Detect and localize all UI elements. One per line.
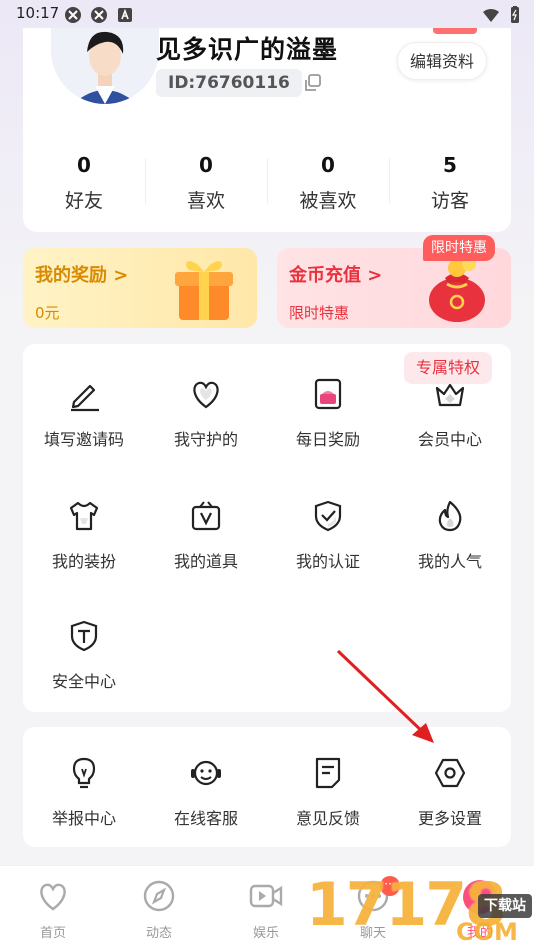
- more-settings-item[interactable]: 更多设置: [389, 755, 511, 855]
- item-label: 我的道具: [173, 552, 238, 571]
- prop-box-icon: [188, 498, 224, 534]
- item-label: 我守护的: [173, 430, 238, 449]
- customer-service-item[interactable]: 在线客服: [145, 755, 267, 855]
- note-icon: [310, 755, 346, 791]
- username: 见多识广的溢墨: [156, 35, 339, 64]
- my-rewards-card[interactable]: 我的奖励 > 0元: [23, 248, 257, 328]
- item-label: 意见反馈: [295, 809, 360, 828]
- nav-label: 动态: [145, 926, 172, 941]
- home-heart-icon: [35, 878, 71, 914]
- feedback-item[interactable]: 意见反馈: [267, 755, 389, 855]
- item-label: 更多设置: [417, 809, 482, 828]
- edit-profile-button[interactable]: 编辑资料: [397, 42, 487, 80]
- shield-check-icon: [310, 498, 346, 534]
- item-label: 我的装扮: [51, 552, 116, 571]
- stat-liked-by[interactable]: 0 被喜欢: [267, 148, 389, 218]
- headset-icon: [188, 755, 224, 791]
- stat-likes[interactable]: 0 喜欢: [145, 148, 267, 218]
- avatar[interactable]: [51, 28, 159, 104]
- money-bag-icon: [417, 250, 497, 326]
- stats-row: 0 好友 0 喜欢 0 被喜欢 5 访客: [23, 148, 511, 218]
- item-label: 我的认证: [295, 552, 360, 571]
- nav-moments[interactable]: 动态: [106, 866, 212, 950]
- wifi-icon: [482, 6, 500, 24]
- bulb-icon: [66, 755, 102, 791]
- promo-title: 金币充值 >: [289, 265, 383, 286]
- stat-label: 被喜欢: [299, 190, 357, 212]
- me-icon: [463, 880, 497, 914]
- my-props-item[interactable]: 我的道具: [145, 498, 267, 598]
- daily-reward-item[interactable]: 每日奖励: [267, 376, 389, 476]
- status-bar: 10:17: [0, 0, 534, 30]
- nav-label: 首页: [39, 926, 66, 941]
- battery-icon: [506, 6, 524, 24]
- gift-box-icon: [165, 250, 245, 326]
- stat-value: 0: [321, 153, 335, 177]
- invite-code-item[interactable]: 填写邀请码: [23, 376, 145, 476]
- coin-recharge-card[interactable]: 金币充值 > 限时特惠 限时特惠: [277, 235, 511, 328]
- item-label: 在线客服: [173, 809, 238, 828]
- stat-label: 喜欢: [186, 190, 225, 212]
- stat-label: 好友: [64, 190, 103, 212]
- my-outfit-item[interactable]: 我的装扮: [23, 498, 145, 598]
- user-id: ID:76760116: [156, 69, 302, 97]
- report-center-item[interactable]: 举报中心: [23, 755, 145, 855]
- item-label: 举报中心: [51, 809, 116, 828]
- shirt-icon: [66, 498, 102, 534]
- vip-center-item[interactable]: 会员中心: [389, 376, 511, 476]
- app-notification-icon: [90, 6, 108, 24]
- flame-icon: [432, 498, 468, 534]
- stat-visitors[interactable]: 5 访客: [389, 148, 511, 218]
- nav-label: 娱乐: [252, 926, 279, 941]
- bottom-nav: 首页 动态 娱乐 ··· 聊天 我的: [0, 865, 534, 950]
- nav-label: 聊天: [359, 926, 386, 941]
- item-label: 会员中心: [417, 430, 482, 449]
- chat-badge: ···: [380, 876, 400, 896]
- crown-icon: [432, 376, 468, 412]
- profile-card: 见多识广的溢墨 ID:76760116 编辑资料 0 好友 0 喜欢 0 被喜欢…: [23, 28, 511, 232]
- stat-value: 0: [199, 153, 213, 177]
- video-icon: [248, 878, 284, 914]
- nav-chat[interactable]: ··· 聊天: [320, 866, 426, 950]
- guarding-item[interactable]: 我守护的: [145, 376, 267, 476]
- pencil-icon: [66, 376, 102, 412]
- stat-label: 访客: [430, 190, 469, 212]
- status-time: 10:17: [16, 4, 60, 22]
- promo-sub: 0元: [35, 304, 60, 322]
- item-label: 填写邀请码: [43, 430, 124, 449]
- promo-title: 我的奖励 >: [35, 265, 129, 286]
- nav-entertainment[interactable]: 娱乐: [213, 866, 319, 950]
- item-label: 每日奖励: [295, 430, 360, 449]
- my-verification-item[interactable]: 我的认证: [267, 498, 389, 598]
- stat-value: 0: [77, 153, 91, 177]
- keyboard-notification-icon: [116, 6, 134, 24]
- my-popularity-item[interactable]: 我的人气: [389, 498, 511, 598]
- stat-friends[interactable]: 0 好友: [23, 148, 145, 218]
- copy-icon[interactable]: [303, 73, 323, 93]
- heart-icon: [188, 376, 224, 412]
- shield-t-icon: [66, 618, 102, 654]
- app-notification-icon: [64, 6, 82, 24]
- edit-accent: [433, 28, 477, 34]
- item-label: 安全中心: [51, 672, 116, 691]
- annotation-arrow-icon: [330, 645, 445, 755]
- security-center-item[interactable]: 安全中心: [23, 618, 145, 718]
- promo-sub: 限时特惠: [289, 304, 350, 322]
- nav-me[interactable]: 我的: [427, 866, 533, 950]
- compass-icon: [141, 878, 177, 914]
- nav-label: 我的: [466, 926, 493, 941]
- hexagon-settings-icon: [432, 755, 468, 791]
- gift-card-icon: [310, 376, 346, 412]
- limited-offer-badge: 限时特惠: [423, 235, 495, 261]
- stat-value: 5: [443, 153, 457, 177]
- nav-home[interactable]: 首页: [0, 866, 106, 950]
- item-label: 我的人气: [417, 552, 482, 571]
